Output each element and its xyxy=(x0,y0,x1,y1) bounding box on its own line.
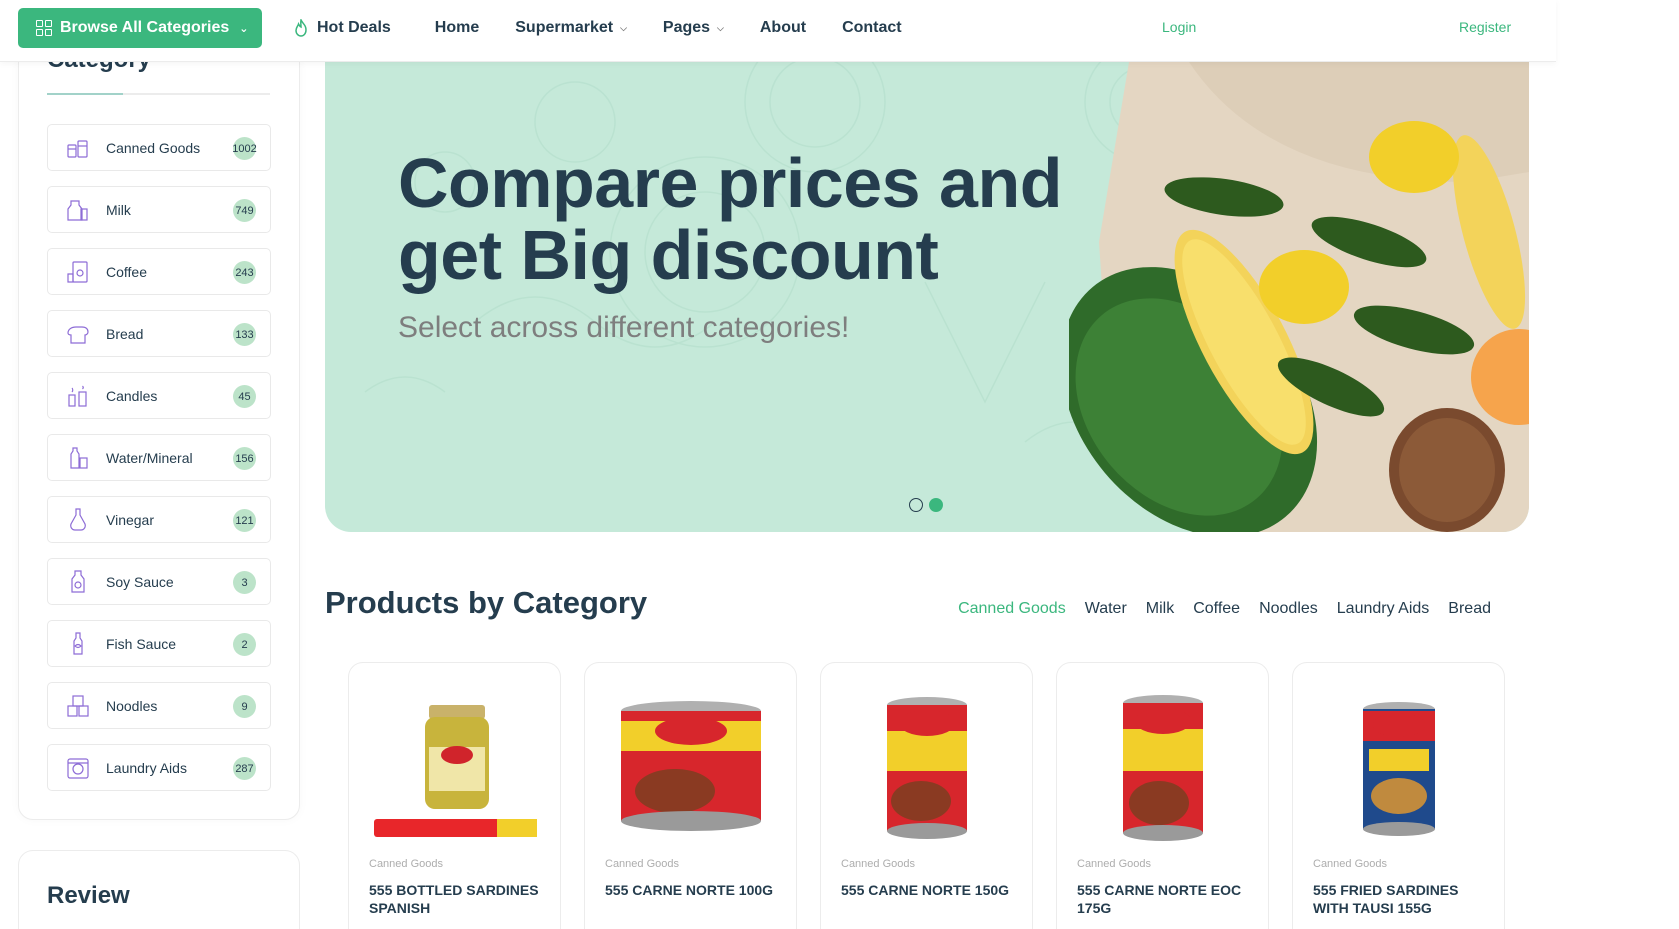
product-card[interactable]: Canned Goods 555 Carne Norte 150g xyxy=(820,662,1033,929)
product-name[interactable]: 555 Fried Sardines with Tausi 155g xyxy=(1313,881,1498,917)
tab-water[interactable]: Water xyxy=(1085,600,1127,618)
sidebar-divider xyxy=(47,93,270,95)
product-name[interactable]: 555 Carne Norte 100g xyxy=(605,881,790,899)
category-count-badge: 156 xyxy=(233,447,256,470)
product-image xyxy=(1313,691,1486,841)
category-count-badge: 3 xyxy=(233,571,256,594)
category-count-badge: 287 xyxy=(233,757,256,780)
category-item-water[interactable]: Water/Mineral 156 xyxy=(47,434,271,481)
coffee-icon xyxy=(67,260,88,283)
product-category: Canned Goods xyxy=(605,858,679,870)
product-card[interactable]: Canned Goods 555 Carne Norte EOC 175g xyxy=(1056,662,1269,929)
product-name[interactable]: 555 Carne Norte 150g xyxy=(841,881,1026,899)
product-image xyxy=(1077,691,1250,841)
vinegar-icon xyxy=(70,507,86,531)
main-nav: Hot Deals Home Supermarket ⌵ Pages ⌵ Abo… xyxy=(294,0,938,56)
register-link[interactable]: Register xyxy=(1459,19,1511,35)
product-card[interactable]: Canned Goods 555 Bottled Sardines Spanis… xyxy=(348,662,561,929)
product-name[interactable]: 555 Bottled Sardines Spanish xyxy=(369,881,554,917)
browse-categories-button[interactable]: Browse All Categories ⌄ xyxy=(18,8,262,48)
category-filter-tabs: Canned Goods Water Milk Coffee Noodles L… xyxy=(958,600,1491,618)
review-title: Review xyxy=(47,882,130,909)
nav-label: Supermarket xyxy=(515,19,614,36)
produce-image xyxy=(1069,62,1529,532)
tab-noodles[interactable]: Noodles xyxy=(1259,600,1318,618)
product-card[interactable]: Canned Goods 555 Fried Sardines with Tau… xyxy=(1292,662,1505,929)
product-category: Canned Goods xyxy=(1077,858,1151,870)
category-item-laundry-aids[interactable]: Laundry Aids 287 xyxy=(47,744,271,791)
nav-label: Pages xyxy=(662,19,711,36)
category-item-milk[interactable]: Milk 749 xyxy=(47,186,271,233)
tab-milk[interactable]: Milk xyxy=(1146,600,1174,618)
laundry-icon xyxy=(67,757,89,779)
product-card[interactable]: Canned Goods 555 Carne Norte 100g xyxy=(584,662,797,929)
category-count-badge: 1002 xyxy=(232,137,257,160)
nav-label: Contact xyxy=(842,19,902,36)
nav-label: About xyxy=(759,19,807,36)
nav-hot-deals[interactable]: Hot Deals xyxy=(294,19,391,37)
water-icon xyxy=(70,446,88,469)
browse-categories-label: Browse All Categories xyxy=(60,19,230,36)
candles-icon xyxy=(68,385,87,407)
chevron-down-icon: ⌵ xyxy=(717,22,724,33)
category-count-badge: 243 xyxy=(233,261,256,284)
category-item-canned-goods[interactable]: Canned Goods 1002 xyxy=(47,124,271,171)
product-category: Canned Goods xyxy=(841,858,915,870)
slider-dot-1[interactable] xyxy=(909,498,923,512)
nav-about[interactable]: About xyxy=(760,19,806,37)
product-image xyxy=(605,691,778,841)
slider-dot-2[interactable] xyxy=(929,498,943,512)
top-header: Browse All Categories ⌄ Hot Deals Home S… xyxy=(0,0,1556,62)
tab-canned-goods[interactable]: Canned Goods xyxy=(958,600,1066,618)
category-count-badge: 121 xyxy=(233,509,256,532)
nav-supermarket[interactable]: Supermarket ⌵ xyxy=(515,19,627,37)
noodles-icon xyxy=(67,694,89,717)
category-count-badge: 45 xyxy=(233,385,256,408)
category-item-soy-sauce[interactable]: Soy Sauce 3 xyxy=(47,558,271,605)
hero-subtitle: Select across different categories! xyxy=(398,311,850,344)
product-category: Canned Goods xyxy=(1313,858,1387,870)
hero-banner: Compare prices and get Big discount Sele… xyxy=(325,62,1529,532)
flame-icon xyxy=(295,19,307,37)
nav-label: Hot Deals xyxy=(317,19,391,36)
grid-icon xyxy=(36,20,52,36)
bread-icon xyxy=(67,325,89,344)
chevron-down-icon: ⌄ xyxy=(239,22,249,35)
category-item-candles[interactable]: Candles 45 xyxy=(47,372,271,419)
nav-label: Home xyxy=(434,19,480,36)
fish-sauce-icon xyxy=(73,631,83,655)
category-item-coffee[interactable]: Coffee 243 xyxy=(47,248,271,295)
category-count-badge: 749 xyxy=(233,199,256,222)
section-title: Products by Category xyxy=(325,585,648,620)
tab-bread[interactable]: Bread xyxy=(1448,600,1491,618)
product-category: Canned Goods xyxy=(369,858,443,870)
hero-title: Compare prices and get Big discount xyxy=(398,144,1063,294)
product-grid: Canned Goods 555 Bottled Sardines Spanis… xyxy=(348,662,1505,929)
category-count-badge: 133 xyxy=(233,323,256,346)
product-image xyxy=(369,691,542,841)
category-item-fish-sauce[interactable]: Fish Sauce 2 xyxy=(47,620,271,667)
product-image xyxy=(841,691,1014,841)
tab-laundry-aids[interactable]: Laundry Aids xyxy=(1337,600,1430,618)
soy-sauce-icon xyxy=(71,569,85,593)
category-count-badge: 2 xyxy=(233,633,256,656)
login-link[interactable]: Login xyxy=(1162,19,1196,35)
category-item-bread[interactable]: Bread 133 xyxy=(47,310,271,357)
category-count-badge: 9 xyxy=(233,695,256,718)
tab-coffee[interactable]: Coffee xyxy=(1193,600,1240,618)
canned-goods-icon xyxy=(67,139,88,158)
milk-icon xyxy=(67,199,88,221)
nav-contact[interactable]: Contact xyxy=(842,19,902,37)
category-list: Canned Goods 1002 Milk 749 Coffee 243 Br… xyxy=(47,124,271,806)
chevron-down-icon: ⌵ xyxy=(620,22,627,33)
slider-dots xyxy=(909,498,943,512)
product-name[interactable]: 555 Carne Norte EOC 175g xyxy=(1077,881,1262,917)
nav-pages[interactable]: Pages ⌵ xyxy=(663,19,724,37)
category-item-vinegar[interactable]: Vinegar 121 xyxy=(47,496,271,543)
category-item-noodles[interactable]: Noodles 9 xyxy=(47,682,271,729)
nav-home[interactable]: Home xyxy=(435,19,479,37)
